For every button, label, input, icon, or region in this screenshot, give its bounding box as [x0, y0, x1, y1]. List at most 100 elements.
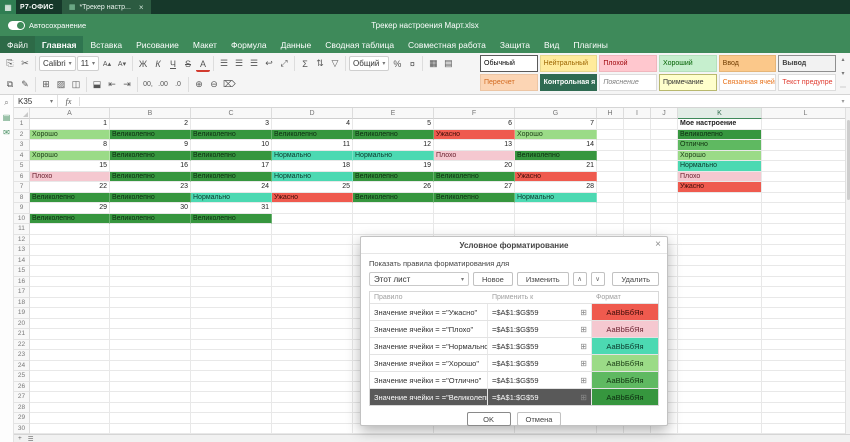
cell-D18[interactable]	[272, 298, 353, 309]
cell-A5[interactable]: 15	[30, 161, 110, 172]
bold-icon[interactable]: Ж	[136, 56, 150, 72]
cell-I10[interactable]	[624, 214, 651, 225]
cell-E3[interactable]: 12	[353, 140, 434, 151]
cell-L3[interactable]	[762, 140, 850, 151]
cell-H10[interactable]	[597, 214, 624, 225]
row-header-8[interactable]: 8	[14, 193, 30, 204]
select-range-icon[interactable]: ⊞	[580, 325, 587, 334]
cell-D3[interactable]: 11	[272, 140, 353, 151]
rule-row-4[interactable]: Значение ячейки = ="Хорошо"=$A$1:$G$59⊞А…	[370, 355, 658, 372]
copy-icon[interactable]: ⧉	[3, 77, 17, 93]
cell-A10[interactable]: Великолепно	[30, 214, 110, 225]
cell-style-Пересчет[interactable]: Пересчет	[480, 74, 538, 91]
cell-H4[interactable]	[597, 151, 624, 162]
cell-C26[interactable]	[191, 382, 272, 393]
italic-icon[interactable]: К	[151, 56, 165, 72]
row-header-30[interactable]: 30	[14, 424, 30, 435]
cell-K13[interactable]	[678, 245, 762, 256]
cell-A11[interactable]	[30, 224, 110, 235]
cell-K12[interactable]	[678, 235, 762, 246]
cell-A9[interactable]: 29	[30, 203, 110, 214]
cell-C27[interactable]	[191, 392, 272, 403]
new-rule-button[interactable]: Новое	[473, 272, 513, 286]
cell-J9[interactable]	[651, 203, 678, 214]
cell-L12[interactable]	[762, 235, 850, 246]
underline-icon[interactable]: Ч	[166, 56, 180, 72]
number-format-select[interactable]: Общий▾	[349, 56, 389, 71]
cell-C14[interactable]	[191, 256, 272, 267]
cell-H11[interactable]	[597, 224, 624, 235]
cell-B30[interactable]	[110, 424, 191, 435]
gallery-down-icon[interactable]: ▾	[841, 69, 844, 79]
rule-row-5[interactable]: Значение ячейки = ="Отлично"=$A$1:$G$59⊞…	[370, 372, 658, 389]
cell-A15[interactable]	[30, 266, 110, 277]
autosave-control[interactable]: Автосохранение	[8, 21, 86, 30]
cell-G10[interactable]	[515, 214, 597, 225]
cell-I9[interactable]	[624, 203, 651, 214]
cell-G3[interactable]: 14	[515, 140, 597, 151]
cell-L17[interactable]	[762, 287, 850, 298]
select-range-icon[interactable]: ⊞	[580, 308, 587, 317]
cell-style-Контрольная я[interactable]: Контрольная я	[540, 74, 598, 91]
cell-D12[interactable]	[272, 235, 353, 246]
column-header-A[interactable]: A	[30, 108, 110, 119]
cell-A1[interactable]: 1	[30, 119, 110, 130]
cell-F5[interactable]: 20	[434, 161, 515, 172]
cell-K21[interactable]	[678, 329, 762, 340]
select-all-corner[interactable]	[14, 108, 30, 119]
column-header-I[interactable]: I	[624, 108, 651, 119]
cell-K7[interactable]: Ужасно	[678, 182, 762, 193]
rule-row-2[interactable]: Значение ячейки = ="Плохо"=$A$1:$G$59⊞Аа…	[370, 321, 658, 338]
cell-I7[interactable]	[624, 182, 651, 193]
cell-H5[interactable]	[597, 161, 624, 172]
cell-style-Хороший[interactable]: Хороший	[659, 55, 717, 72]
cell-F3[interactable]: 13	[434, 140, 515, 151]
cell-D4[interactable]: Нормально	[272, 151, 353, 162]
cell-K30[interactable]	[678, 424, 762, 435]
document-tab[interactable]: ▦ *Трекер настр... ×	[62, 0, 151, 14]
cell-G6[interactable]: Ужасно	[515, 172, 597, 183]
cell-F2[interactable]: Ужасно	[434, 130, 515, 141]
autosave-toggle[interactable]	[8, 21, 25, 30]
cell-H1[interactable]	[597, 119, 624, 130]
cell-E8[interactable]: Великолепно	[353, 193, 434, 204]
menu-tab-Защита[interactable]: Защита	[493, 36, 537, 53]
cell-I2[interactable]	[624, 130, 651, 141]
search-icon[interactable]: ⌕	[4, 98, 8, 107]
menu-tab-Файл[interactable]: Файл	[0, 36, 35, 53]
cell-C2[interactable]: Великолепно	[191, 130, 272, 141]
cell-D26[interactable]	[272, 382, 353, 393]
menu-tab-Главная[interactable]: Главная	[35, 36, 84, 53]
row-header-29[interactable]: 29	[14, 413, 30, 424]
cell-F6[interactable]: Великолепно	[434, 172, 515, 183]
column-header-H[interactable]: H	[597, 108, 624, 119]
select-range-icon[interactable]: ⊞	[580, 376, 587, 385]
format-painter-icon[interactable]: ✎	[18, 77, 32, 93]
cell-K23[interactable]	[678, 350, 762, 361]
row-header-26[interactable]: 26	[14, 382, 30, 393]
delete-cells-icon[interactable]: ⊖	[207, 77, 221, 93]
cell-G9[interactable]	[515, 203, 597, 214]
cell-L16[interactable]	[762, 277, 850, 288]
borders-icon[interactable]: ⊞	[39, 77, 53, 93]
cell-C21[interactable]	[191, 329, 272, 340]
cell-D19[interactable]	[272, 308, 353, 319]
cell-C22[interactable]	[191, 340, 272, 351]
cell-L15[interactable]	[762, 266, 850, 277]
cell-E5[interactable]: 19	[353, 161, 434, 172]
cell-J1[interactable]	[651, 119, 678, 130]
row-header-25[interactable]: 25	[14, 371, 30, 382]
wrap-text-icon[interactable]: ↩	[262, 56, 276, 72]
cell-E11[interactable]	[353, 224, 434, 235]
cell-A23[interactable]	[30, 350, 110, 361]
cell-L26[interactable]	[762, 382, 850, 393]
cell-C1[interactable]: 3	[191, 119, 272, 130]
select-range-icon[interactable]: ⊞	[580, 359, 587, 368]
menu-tab-Формула[interactable]: Формула	[224, 36, 274, 53]
cell-K26[interactable]	[678, 382, 762, 393]
cell-A2[interactable]: Хорошо	[30, 130, 110, 141]
cell-K9[interactable]	[678, 203, 762, 214]
menu-tab-Вставка[interactable]: Вставка	[83, 36, 129, 53]
rule-row-1[interactable]: Значение ячейки = ="Ужасно"=$A$1:$G$59⊞А…	[370, 304, 658, 321]
cell-L27[interactable]	[762, 392, 850, 403]
